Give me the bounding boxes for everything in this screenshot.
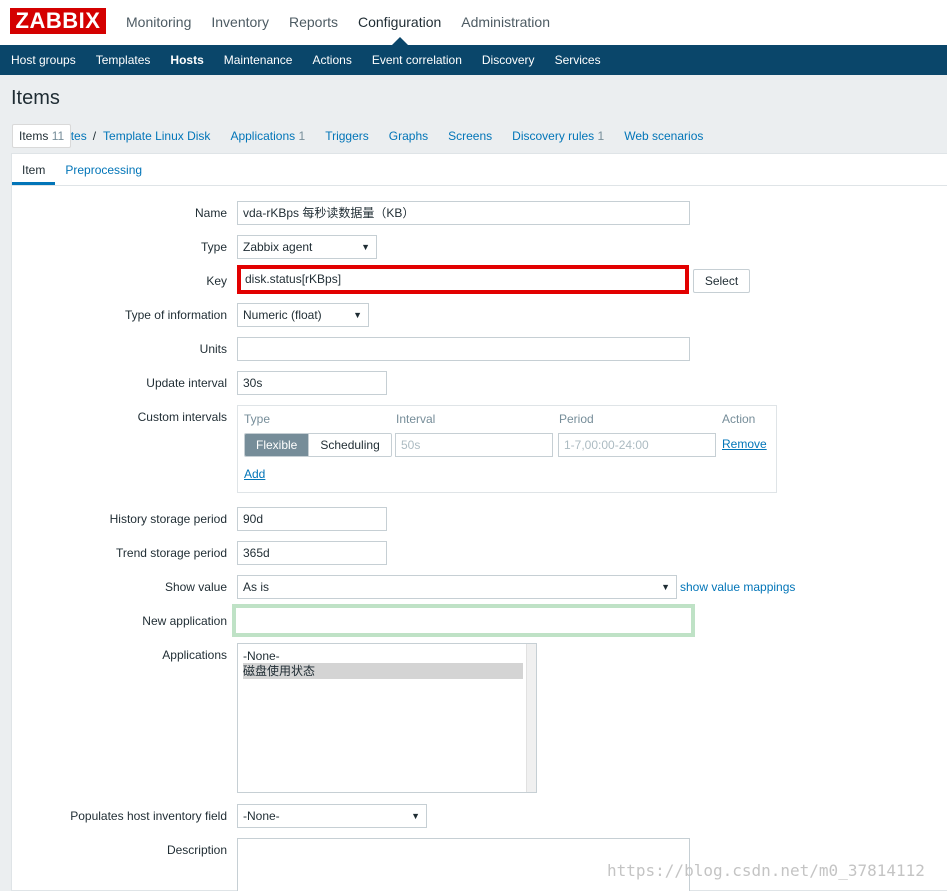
- submenu-host-groups[interactable]: Host groups: [1, 45, 86, 75]
- select-button[interactable]: Select: [693, 269, 750, 293]
- crumb-discovery-label: Discovery rules: [512, 129, 595, 143]
- listbox-scrollbar[interactable]: [526, 644, 536, 792]
- inventory-label: Populates host inventory field: [70, 809, 227, 823]
- crumb-triggers[interactable]: Triggers: [315, 125, 379, 147]
- col-action: Action: [722, 412, 756, 426]
- crumb-graphs[interactable]: Graphs: [379, 125, 438, 147]
- show-value-select[interactable]: As is ▼: [237, 575, 677, 599]
- units-input[interactable]: [237, 337, 690, 361]
- history-label: History storage period: [109, 512, 227, 526]
- crumb-items[interactable]: Items 11: [12, 124, 72, 148]
- inventory-select-value: -None-: [243, 809, 280, 823]
- units-label: Units: [199, 342, 227, 356]
- type-info-select-value: Numeric (float): [243, 308, 322, 322]
- col-interval: Interval: [396, 412, 436, 426]
- update-interval-input[interactable]: 30s: [237, 371, 387, 395]
- menu-administration[interactable]: Administration: [451, 0, 560, 45]
- chevron-down-icon: ▼: [361, 242, 370, 252]
- key-label: Key: [206, 274, 227, 288]
- period-input[interactable]: 1-7,00:00-24:00: [558, 433, 716, 457]
- type-info-select[interactable]: Numeric (float) ▼: [237, 303, 369, 327]
- menu-monitoring[interactable]: Monitoring: [116, 0, 201, 45]
- form-tabs: Item Preprocessing: [12, 154, 947, 186]
- sub-menu: Host groups Templates Hosts Maintenance …: [0, 45, 947, 75]
- applications-label: Applications: [162, 648, 227, 662]
- name-label: Name: [194, 206, 227, 220]
- top-header: ZABBIX Monitoring Inventory Reports Conf…: [0, 0, 947, 45]
- crumb-web-scenarios[interactable]: Web scenarios: [614, 125, 713, 147]
- application-option-none[interactable]: -None-: [243, 648, 523, 664]
- custom-intervals-table: Type Interval Period Action Flexible Sch…: [237, 405, 777, 493]
- name-input[interactable]: vda-rKBps 每秒读数据量（KB）: [237, 201, 690, 225]
- crumb-items-label: Items: [19, 129, 49, 143]
- scheduling-button[interactable]: Scheduling: [308, 434, 391, 456]
- show-value-label: Show value: [164, 580, 227, 594]
- chevron-down-icon: ▼: [411, 811, 420, 821]
- menu-configuration[interactable]: Configuration: [348, 0, 451, 45]
- trend-input[interactable]: 365d: [237, 541, 387, 565]
- crumb-discovery-count: 1: [597, 129, 605, 143]
- type-select-value: Zabbix agent: [243, 240, 313, 254]
- crumb-discovery-rules[interactable]: Discovery rules 1: [502, 125, 614, 147]
- inventory-select[interactable]: -None- ▼: [237, 804, 427, 828]
- interval-type-toggle: Flexible Scheduling: [244, 433, 392, 457]
- crumb-items-count: 11: [51, 129, 65, 143]
- page-title: Items: [11, 87, 60, 109]
- flexible-button[interactable]: Flexible: [245, 434, 309, 456]
- type-select[interactable]: Zabbix agent ▼: [237, 235, 377, 259]
- new-application-label: New application: [142, 614, 227, 628]
- key-highlight-box: [237, 265, 689, 294]
- tab-item[interactable]: Item: [12, 154, 56, 185]
- col-period: Period: [559, 412, 594, 426]
- update-interval-label: Update interval: [146, 376, 227, 390]
- custom-intervals-label: Custom intervals: [137, 410, 227, 424]
- submenu-discovery[interactable]: Discovery: [472, 45, 545, 75]
- application-option-disk[interactable]: 磁盘使用状态: [243, 663, 523, 679]
- show-value-select-value: As is: [243, 580, 270, 594]
- main-menu: Monitoring Inventory Reports Configurati…: [116, 0, 560, 45]
- remove-link[interactable]: Remove: [722, 437, 767, 451]
- crumb-applications[interactable]: Applications 1: [220, 125, 315, 147]
- crumb-template[interactable]: Template Linux Disk: [96, 125, 220, 147]
- interval-placeholder: 50s: [401, 438, 421, 452]
- menu-reports[interactable]: Reports: [279, 0, 348, 45]
- history-input[interactable]: 90d: [237, 507, 387, 531]
- description-label: Description: [166, 843, 227, 857]
- interval-input[interactable]: 50s: [395, 433, 553, 457]
- applications-listbox[interactable]: -None- 磁盘使用状态: [237, 643, 537, 793]
- crumb-applications-count: 1: [298, 129, 306, 143]
- type-label: Type: [200, 240, 227, 254]
- show-value-mappings-link[interactable]: show value mappings: [680, 580, 795, 594]
- crumb-screens[interactable]: Screens: [438, 125, 502, 147]
- submenu-hosts[interactable]: Hosts: [160, 45, 213, 75]
- add-link[interactable]: Add: [244, 467, 265, 481]
- period-placeholder: 1-7,00:00-24:00: [564, 438, 649, 452]
- chevron-down-icon: ▼: [661, 582, 670, 592]
- type-info-label: Type of information: [124, 308, 227, 322]
- tab-preprocessing[interactable]: Preprocessing: [55, 154, 152, 185]
- menu-inventory[interactable]: Inventory: [201, 0, 279, 45]
- zabbix-logo[interactable]: ZABBIX: [10, 8, 106, 34]
- submenu-event-correlation[interactable]: Event correlation: [362, 45, 472, 75]
- submenu-maintenance[interactable]: Maintenance: [214, 45, 303, 75]
- chevron-down-icon: ▼: [353, 310, 362, 320]
- breadcrumb: All templates / Template Linux Disk Appl…: [0, 122, 947, 150]
- submenu-actions[interactable]: Actions: [302, 45, 361, 75]
- crumb-applications-label: Applications: [230, 129, 296, 143]
- watermark: https://blog.csdn.net/m0_37814112: [607, 861, 925, 880]
- trend-label: Trend storage period: [116, 546, 227, 560]
- submenu-templates[interactable]: Templates: [86, 45, 161, 75]
- new-application-input[interactable]: [237, 609, 690, 633]
- submenu-services[interactable]: Services: [545, 45, 611, 75]
- col-type: Type: [244, 412, 271, 426]
